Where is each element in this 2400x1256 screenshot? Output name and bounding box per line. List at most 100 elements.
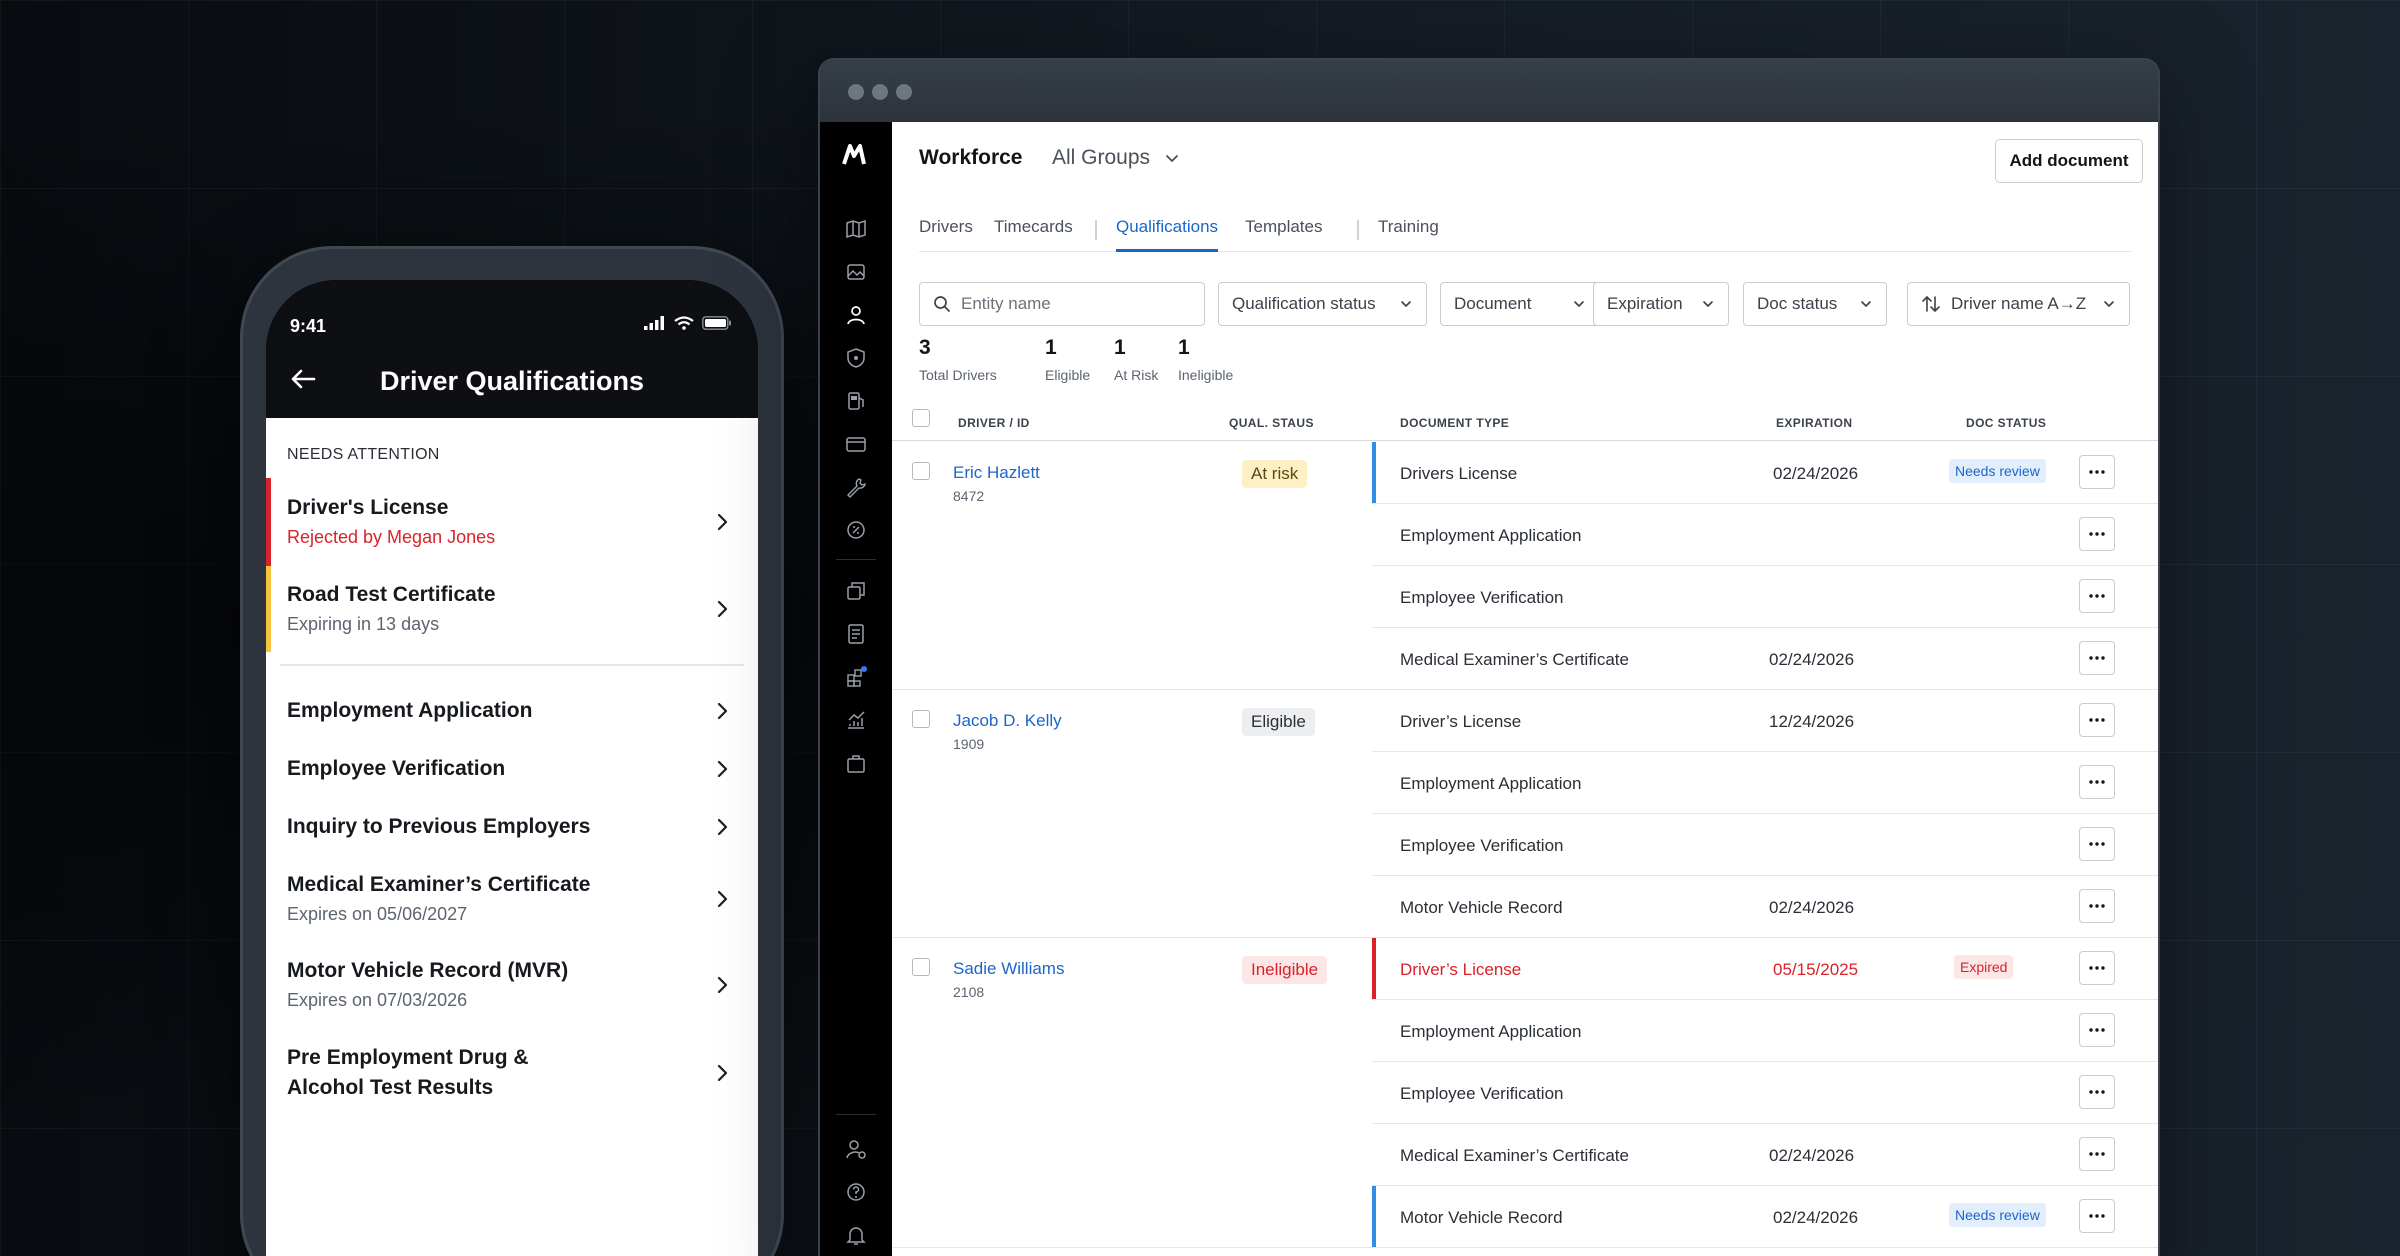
qualification-status-badge: Ineligible — [1242, 956, 1328, 984]
driver-id: 1909 — [953, 736, 985, 752]
document-row: Motor Vehicle Record 02/24/2026 — [1372, 876, 2158, 938]
bag-icon[interactable] — [845, 752, 867, 774]
window-dot[interactable] — [896, 84, 912, 100]
driver-name-link[interactable]: Sadie Williams — [953, 959, 1064, 979]
document-filter[interactable]: Document — [1440, 282, 1600, 326]
qualification-item[interactable]: Medical Examiner’s Certificate Expires o… — [266, 856, 758, 942]
expiration-filter[interactable]: Expiration — [1593, 282, 1729, 326]
add-document-button[interactable]: Add document — [1995, 139, 2143, 183]
logo-icon[interactable] — [841, 144, 871, 166]
qualification-item[interactable]: Motor Vehicle Record (MVR) Expires on 07… — [266, 942, 758, 1028]
qualification-item[interactable]: Employment Application — [266, 682, 758, 740]
image-icon[interactable] — [845, 261, 867, 283]
chevron-down-icon — [1574, 301, 1584, 307]
more-horizontal-icon — [2089, 656, 2105, 660]
chevron-right-icon — [717, 1064, 728, 1082]
chevron-right-icon — [717, 702, 728, 720]
row-more-button[interactable] — [2079, 827, 2115, 861]
tag-icon[interactable] — [845, 519, 867, 541]
tab-qualifications[interactable]: Qualifications — [1116, 208, 1219, 252]
document-icon[interactable] — [845, 623, 867, 645]
row-more-button[interactable] — [2079, 455, 2115, 489]
group-selector[interactable]: All Groups — [1052, 146, 1180, 170]
document-row: Employee Verification — [1372, 814, 2158, 876]
phone-content: NEEDS ATTENTION Driver's License Rejecte… — [266, 418, 758, 1256]
fuel-icon[interactable] — [845, 390, 867, 412]
more-horizontal-icon — [2089, 904, 2105, 908]
chevron-right-icon — [717, 890, 728, 908]
row-more-button[interactable] — [2079, 765, 2115, 799]
row-more-button[interactable] — [2079, 951, 2115, 985]
filter-label: Expiration — [1607, 294, 1683, 313]
document-row: Employee Verification — [1372, 1062, 2158, 1124]
apps-icon[interactable] — [845, 666, 867, 688]
stat-total-drivers: 3 Total Drivers — [919, 336, 997, 383]
chart-icon[interactable] — [845, 709, 867, 731]
status-time: 9:41 — [290, 316, 327, 336]
driver-name-link[interactable]: Eric Hazlett — [953, 463, 1040, 483]
document-type: Employment Application — [1400, 1022, 1582, 1041]
tab-training[interactable]: Training — [1378, 208, 1439, 252]
qualification-item[interactable]: Employee Verification — [266, 740, 758, 798]
row-more-button[interactable] — [2079, 889, 2115, 923]
attention-item-road-test[interactable]: Road Test Certificate Expiring in 13 day… — [266, 566, 758, 652]
help-icon[interactable] — [845, 1181, 867, 1203]
row-checkbox[interactable] — [912, 710, 930, 728]
driver-name-link[interactable]: Jacob D. Kelly — [953, 711, 1062, 731]
document-row: Driver’s License 12/24/2026 — [1372, 690, 2158, 752]
row-more-button[interactable] — [2079, 1137, 2115, 1171]
search-icon — [934, 296, 950, 312]
sidebar: CH — [820, 122, 892, 1256]
document-type: Motor Vehicle Record — [1400, 898, 1563, 917]
item-title: Employee Verification — [287, 757, 506, 780]
row-checkbox[interactable] — [912, 958, 930, 976]
chevron-right-icon — [717, 760, 728, 778]
doc-status-badge: Needs review — [1949, 459, 2046, 483]
document-type: Employee Verification — [1400, 836, 1564, 855]
row-more-button[interactable] — [2079, 703, 2115, 737]
row-checkbox[interactable] — [912, 462, 930, 480]
status-accent-bar — [266, 566, 271, 652]
map-icon[interactable] — [845, 218, 867, 240]
tab-timecards[interactable]: Timecards — [994, 208, 1073, 252]
filter-label: Qualification status — [1232, 294, 1376, 313]
tab-templates[interactable]: Templates — [1245, 208, 1322, 252]
user-settings-icon[interactable] — [845, 1138, 867, 1160]
shield-icon[interactable] — [845, 347, 867, 369]
app: CH Workforce All Groups Add document Dri… — [820, 122, 2158, 1256]
qualification-status-filter[interactable]: Qualification status — [1218, 282, 1427, 326]
qualification-item[interactable]: Pre Employment Drug & Alcohol Test Resul… — [266, 1028, 758, 1118]
row-more-button[interactable] — [2079, 1075, 2115, 1109]
row-more-button[interactable] — [2079, 1013, 2115, 1047]
tab-separator — [1095, 220, 1097, 240]
wrench-icon[interactable] — [845, 476, 867, 498]
document-type: Employee Verification — [1400, 1084, 1564, 1103]
chevron-right-icon — [717, 600, 728, 618]
copy-icon[interactable] — [845, 580, 867, 602]
doc-status-filter[interactable]: Doc status — [1743, 282, 1887, 326]
item-title: Road Test Certificate — [287, 583, 496, 606]
phone-page-title: Driver Qualifications — [379, 366, 645, 396]
attention-item-drivers-license[interactable]: Driver's License Rejected by Megan Jones — [266, 478, 758, 566]
tab-drivers[interactable]: Drivers — [919, 208, 973, 252]
phone-title-row: Driver Qualifications — [266, 360, 758, 404]
entity-search-input[interactable] — [961, 294, 1181, 314]
row-more-button[interactable] — [2079, 517, 2115, 551]
sort-dropdown[interactable]: Driver name A→Z — [1907, 282, 2130, 326]
document-type: Employee Verification — [1400, 588, 1564, 607]
bell-icon[interactable] — [845, 1224, 867, 1246]
status-accent-bar — [266, 478, 271, 566]
window-dot[interactable] — [848, 84, 864, 100]
chevron-right-icon — [717, 818, 728, 836]
card-icon[interactable] — [845, 433, 867, 455]
row-more-button[interactable] — [2079, 579, 2115, 613]
select-all-checkbox[interactable] — [912, 409, 930, 427]
user-icon[interactable] — [845, 304, 867, 326]
page-title: Workforce — [919, 146, 1023, 169]
qualification-item[interactable]: Inquiry to Previous Employers — [266, 798, 758, 856]
entity-search[interactable] — [919, 282, 1205, 326]
window-dot[interactable] — [872, 84, 888, 100]
row-more-button[interactable] — [2079, 641, 2115, 675]
row-more-button[interactable] — [2079, 1199, 2115, 1233]
stat-label: Total Drivers — [919, 367, 997, 383]
